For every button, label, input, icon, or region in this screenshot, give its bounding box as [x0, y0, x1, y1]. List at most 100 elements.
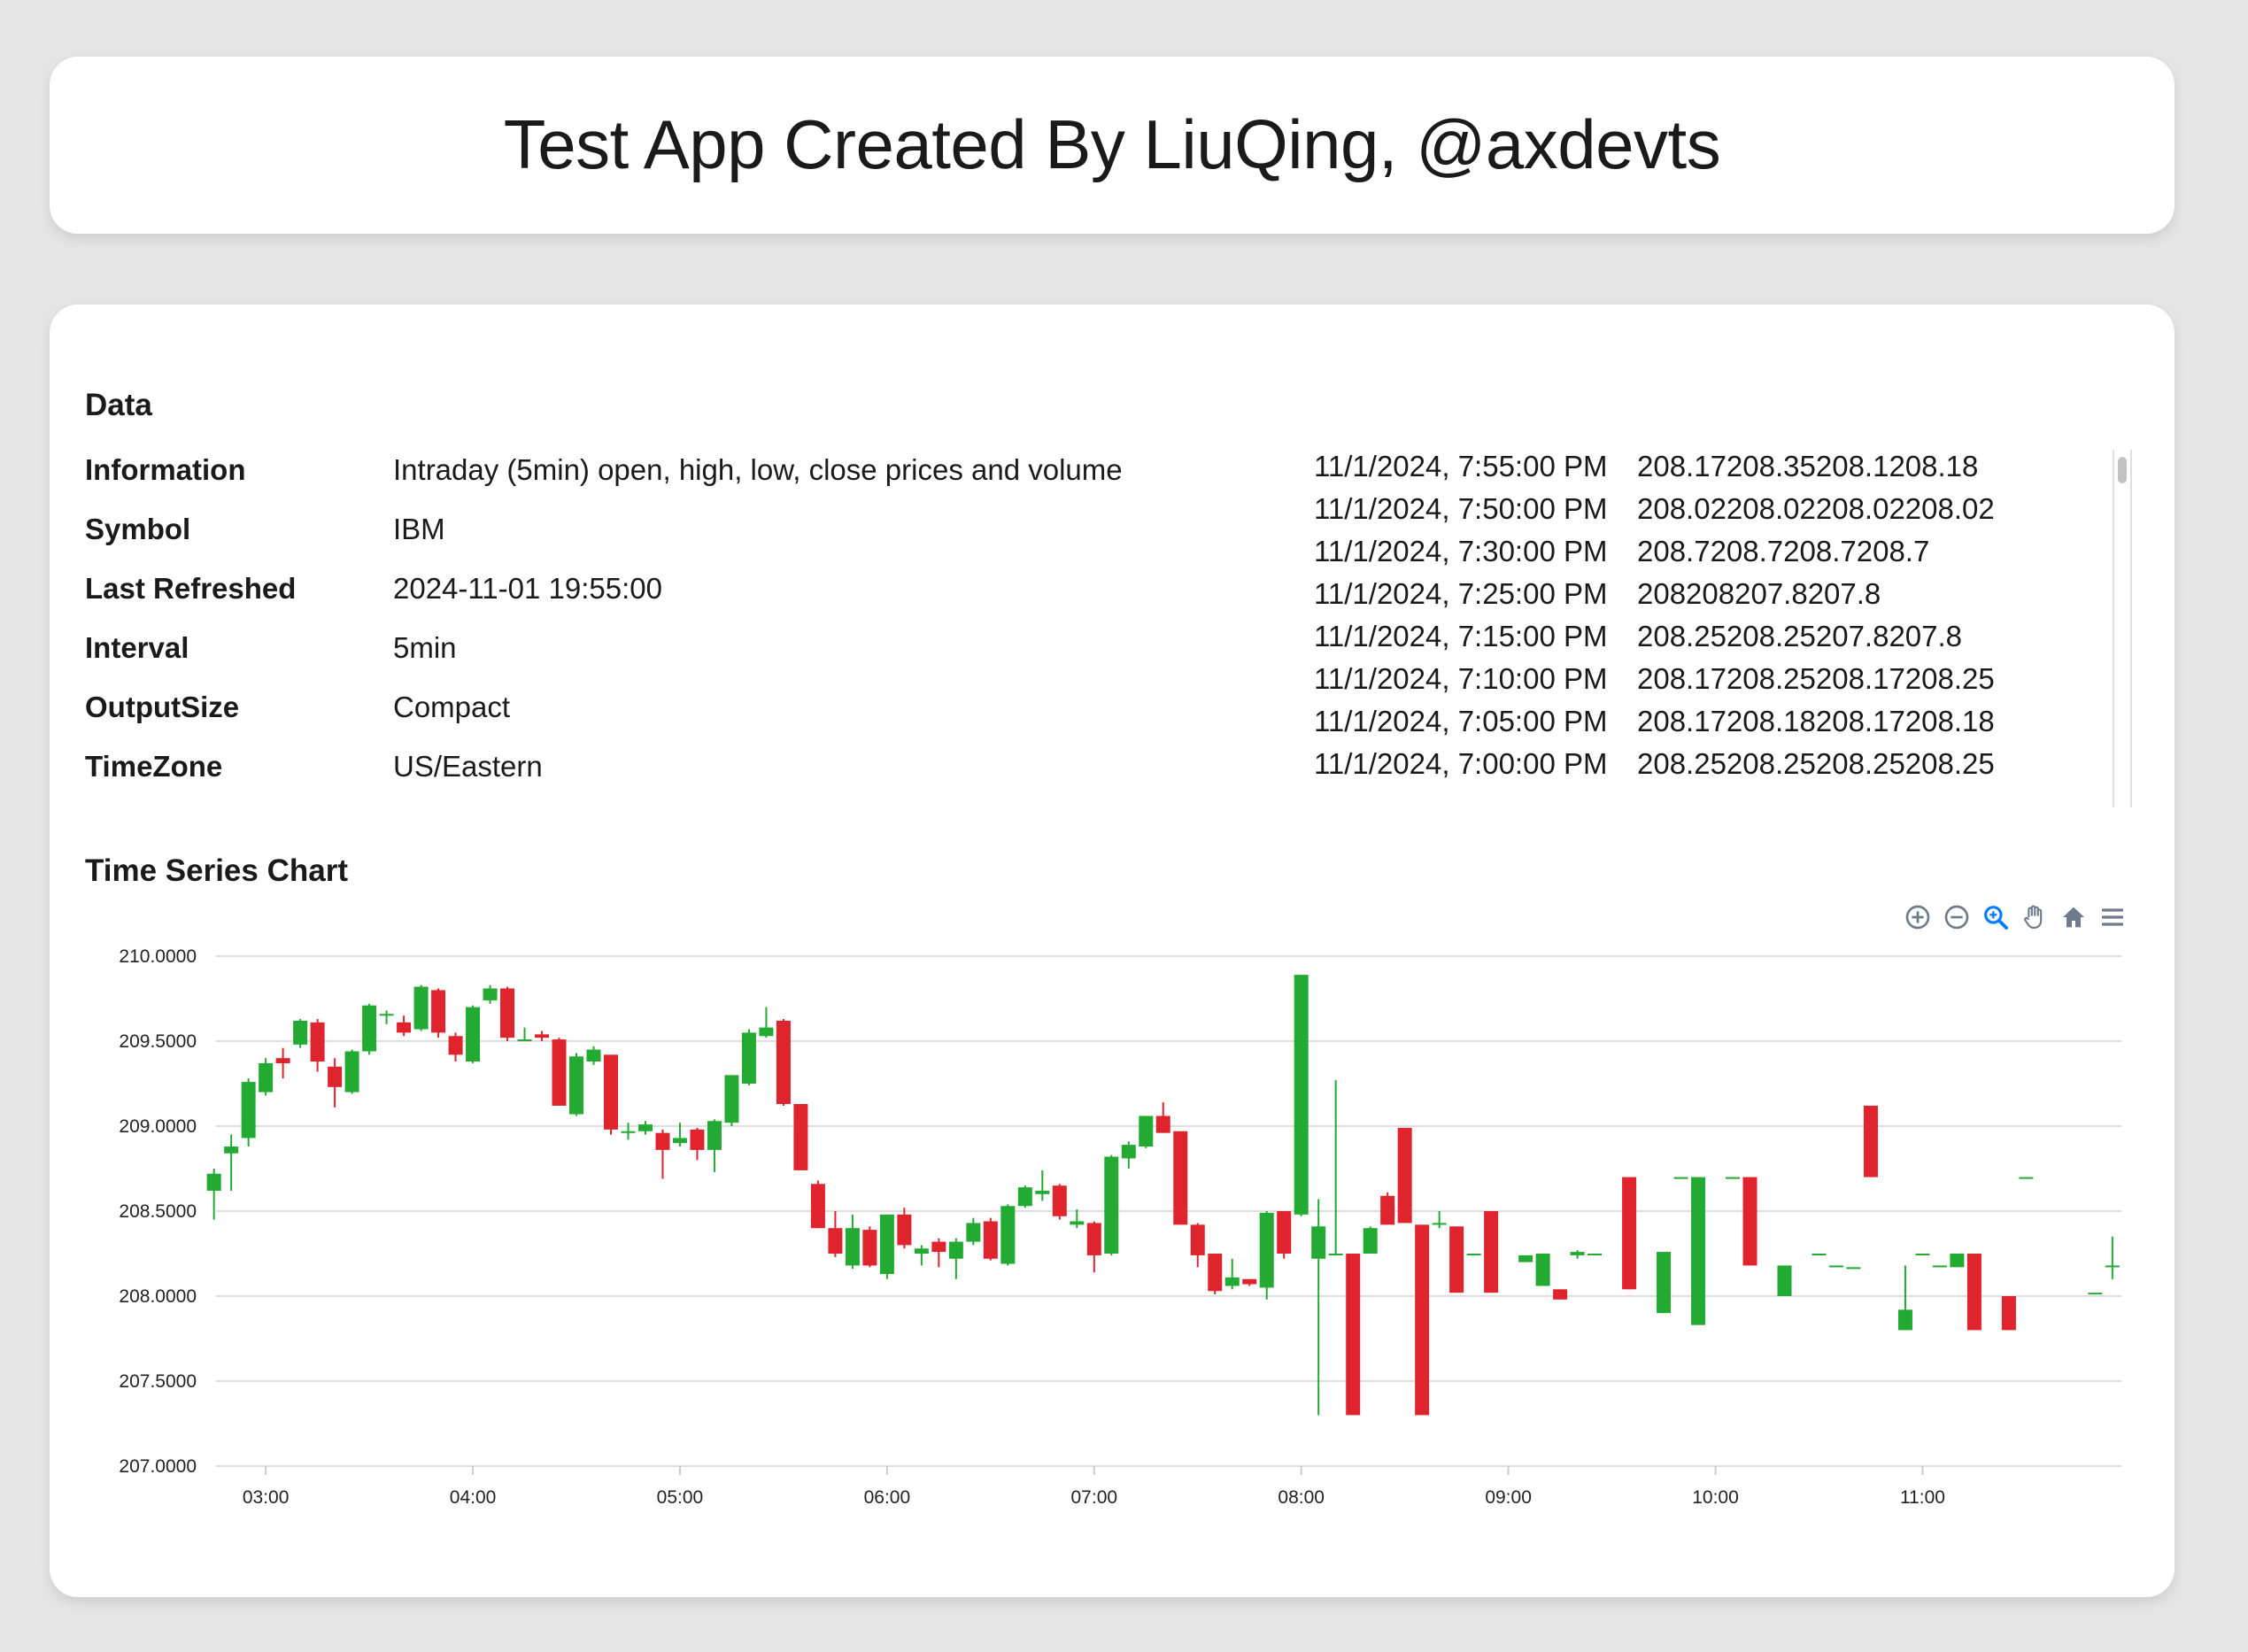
- y-tick-label: 207.5000: [119, 1371, 197, 1392]
- x-tick-label: 08:00: [1278, 1487, 1325, 1508]
- candle: [466, 1005, 481, 1063]
- candle-body: [793, 1104, 808, 1170]
- candle: [914, 1245, 929, 1266]
- meta-value: 5min: [393, 631, 457, 664]
- series-values: 208.25208.25208.25208.25: [1637, 747, 1995, 780]
- candle: [275, 1047, 290, 1079]
- candle: [1484, 1211, 1499, 1293]
- candle: [1915, 1254, 1930, 1255]
- candle-body: [741, 1032, 756, 1084]
- candle-body: [413, 986, 429, 1030]
- list-scrollbar[interactable]: [2113, 450, 2132, 807]
- candle: [259, 1058, 274, 1096]
- candle: [362, 1003, 377, 1055]
- candle-body: [1242, 1278, 1257, 1285]
- candle-body: [2001, 1296, 2016, 1331]
- candle: [1086, 1221, 1101, 1273]
- candle: [517, 1027, 532, 1042]
- candle-body: [845, 1228, 860, 1266]
- series-timestamp: 11/1/2024, 7:50:00 PM: [1314, 492, 1608, 525]
- x-tick-label: 07:00: [1071, 1487, 1118, 1508]
- candle-body: [344, 1051, 359, 1092]
- candle: [931, 1238, 946, 1268]
- candle-body: [1915, 1254, 1930, 1255]
- list-item: 11/1/2024, 7:05:00 PM 208.17208.18208.17…: [1314, 705, 2192, 747]
- candle-body: [1535, 1254, 1550, 1286]
- candle-body: [293, 1020, 308, 1045]
- candle: [1208, 1254, 1223, 1295]
- candle: [1828, 1265, 1843, 1268]
- candle: [2088, 1293, 2103, 1295]
- candle: [1622, 1177, 1637, 1290]
- candle-body: [379, 1014, 394, 1016]
- candle: [1017, 1185, 1032, 1208]
- candle-body: [1897, 1309, 1912, 1331]
- list-item: 11/1/2024, 7:15:00 PM 208.25208.25207.82…: [1314, 620, 2192, 662]
- candle: [293, 1019, 308, 1048]
- candle: [1052, 1184, 1067, 1220]
- candle: [483, 984, 498, 1004]
- series-timestamp: 11/1/2024, 7:05:00 PM: [1314, 705, 1608, 737]
- candle: [1691, 1177, 1706, 1325]
- y-tick-label: 208.0000: [119, 1286, 197, 1307]
- series-timestamp: 11/1/2024, 7:00:00 PM: [1314, 747, 1608, 780]
- list-item: 11/1/2024, 7:50:00 PM 208.02208.02208.02…: [1314, 492, 2192, 535]
- candle: [862, 1226, 877, 1268]
- candle: [724, 1075, 739, 1126]
- candle-body: [310, 1022, 325, 1062]
- candle: [1726, 1177, 1741, 1179]
- y-axis-labels: 210.0000 209.5000 209.0000 208.5000 208.0000…: [119, 946, 197, 1477]
- series-values: 208.02208.02208.02208.02: [1637, 492, 1995, 525]
- candle-body: [1553, 1289, 1568, 1300]
- candle-body: [1052, 1185, 1067, 1216]
- candle: [1397, 1127, 1412, 1224]
- candle: [828, 1211, 843, 1257]
- scrollbar-thumb[interactable]: [2118, 457, 2127, 483]
- list-item: 11/1/2024, 7:00:00 PM 208.25208.25208.25…: [1314, 747, 2192, 790]
- candle: [1104, 1154, 1119, 1255]
- candle: [552, 1038, 567, 1106]
- candle-body: [1828, 1265, 1843, 1268]
- candle-body: [1208, 1254, 1223, 1292]
- candle-body: [1846, 1267, 1861, 1270]
- candle-body: [1657, 1252, 1672, 1314]
- candle: [1812, 1254, 1827, 1255]
- candle: [2019, 1177, 2034, 1179]
- candle: [1535, 1254, 1550, 1286]
- y-tick-label: 210.0000: [119, 946, 197, 967]
- candle-body: [776, 1020, 791, 1105]
- candle: [1950, 1254, 1965, 1268]
- data-section-title: Data: [85, 388, 152, 422]
- candle: [448, 1032, 463, 1062]
- candle-body: [931, 1241, 946, 1253]
- candle: [759, 1007, 774, 1038]
- x-tick-label: 09:00: [1485, 1487, 1532, 1508]
- candle-body: [1588, 1254, 1603, 1255]
- candle: [1777, 1265, 1792, 1296]
- candlestick-chart[interactable]: 210.0000 209.5000 209.0000 208.5000 208.0000…: [50, 907, 2175, 1544]
- meta-value: US/Eastern: [393, 750, 543, 783]
- list-item: 11/1/2024, 7:55:00 PM 208.17208.35208.12…: [1314, 450, 2192, 492]
- candle-body: [466, 1007, 481, 1062]
- candle-body: [1121, 1145, 1136, 1159]
- candle: [845, 1214, 860, 1270]
- candle-body: [552, 1039, 567, 1106]
- candle: [379, 1010, 394, 1024]
- candle: [1380, 1192, 1395, 1225]
- series-timestamp: 11/1/2024, 7:25:00 PM: [1314, 577, 1608, 610]
- y-tick-label: 208.5000: [119, 1201, 197, 1222]
- candle: [1294, 975, 1309, 1216]
- candle-body: [1449, 1226, 1464, 1293]
- candle-body: [897, 1214, 912, 1246]
- candle: [1673, 1177, 1688, 1179]
- candle-body: [1484, 1211, 1499, 1293]
- candle: [397, 1015, 412, 1037]
- candle-body: [1259, 1212, 1274, 1288]
- meta-key: TimeZone: [85, 750, 223, 783]
- candle-body: [1139, 1115, 1154, 1147]
- candle: [535, 1031, 550, 1041]
- time-series-list[interactable]: 11/1/2024, 7:55:00 PM 208.17208.35208.12…: [1314, 450, 2192, 807]
- candle: [1242, 1278, 1257, 1286]
- candle: [1932, 1265, 1947, 1268]
- candle-body: [275, 1058, 290, 1063]
